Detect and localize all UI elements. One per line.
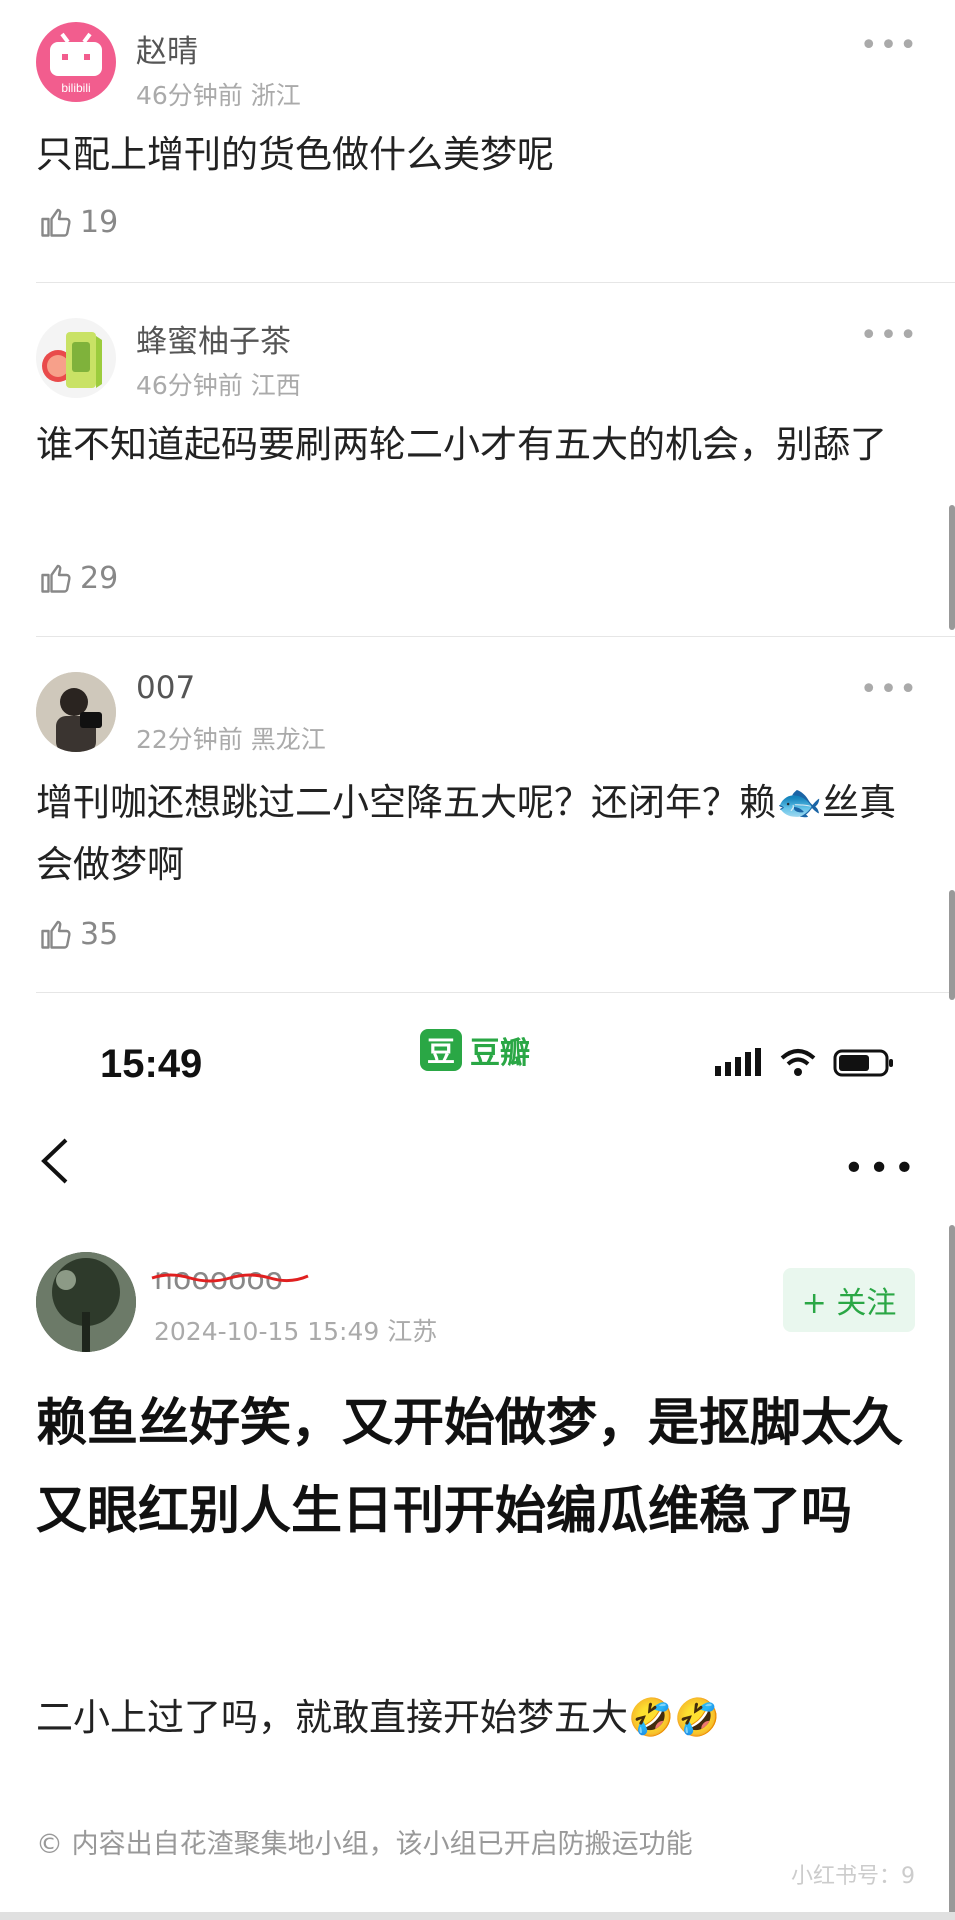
like-button[interactable]: 29 xyxy=(38,560,118,596)
svg-text:bilibili: bilibili xyxy=(61,81,90,95)
comment-text: 谁不知道起码要刷两轮二小才有五大的机会，别舔了 xyxy=(36,423,887,466)
comment-username[interactable]: 赵晴 xyxy=(136,26,198,71)
divider xyxy=(36,992,955,993)
more-options-icon[interactable]: ••• xyxy=(860,28,919,63)
comment-location: 浙江 xyxy=(250,81,301,110)
battery-icon xyxy=(833,1049,893,1077)
post-location: 江苏 xyxy=(387,1317,438,1346)
like-count: 19 xyxy=(80,204,119,240)
status-time: 15:49 xyxy=(100,1042,203,1086)
post-date: 2024-10-15 15:49 xyxy=(154,1317,380,1346)
comment-text: 只配上增刊的货色做什么美梦呢 xyxy=(36,133,554,176)
app-name: 豆瓣 xyxy=(470,1036,530,1071)
post-author[interactable]: noooooo xyxy=(151,1262,309,1297)
avatar[interactable] xyxy=(36,672,116,752)
thumbs-up-icon xyxy=(41,564,71,593)
post-body: 二小上过了吗，就敢直接开始梦五大🤣🤣 xyxy=(36,1696,721,1739)
comment-time: 46分钟前 xyxy=(136,81,243,110)
comment-text: 增刊咖还想跳过二小空降五大呢？还闭年？赖🐟丝真会做梦啊 xyxy=(36,781,897,886)
app-logo: 豆 豆瓣 xyxy=(420,1028,530,1072)
comment-username[interactable]: 007 xyxy=(136,670,195,706)
post-meta: 2024-10-15 15:49 江苏 xyxy=(154,1312,437,1348)
tree-photo-icon xyxy=(36,1252,136,1352)
comment-username[interactable]: 蜂蜜柚子茶 xyxy=(136,316,291,361)
status-icons xyxy=(713,1048,895,1078)
comment-location: 江西 xyxy=(250,371,301,400)
person-photo-icon xyxy=(36,672,116,752)
status-bar: 15:49 豆 豆瓣 xyxy=(0,1020,955,1120)
like-count: 35 xyxy=(80,916,119,952)
more-options-icon[interactable]: ••• xyxy=(860,318,919,353)
source-note: © 内容出自花渣聚集地小组，该小组已开启防搬运功能 xyxy=(36,1829,693,1860)
douban-logo-icon: 豆 xyxy=(420,1029,462,1071)
avatar[interactable] xyxy=(36,1252,136,1352)
comment-meta: 46分钟前 江西 xyxy=(136,366,301,402)
scrollbar[interactable] xyxy=(949,1225,955,1920)
comment-location: 黑龙江 xyxy=(250,725,326,754)
comment-meta: 22分钟前 黑龙江 xyxy=(136,720,326,756)
like-button[interactable]: 19 xyxy=(38,204,118,240)
more-options-icon[interactable]: ••• xyxy=(843,1148,919,1189)
home-indicator xyxy=(0,1912,955,1920)
bilibili-icon: bilibili xyxy=(50,32,102,95)
divider xyxy=(36,282,955,283)
wifi-icon xyxy=(780,1049,816,1076)
thumbs-up-icon xyxy=(41,208,71,237)
scrollbar[interactable] xyxy=(949,505,955,630)
like-button[interactable]: 35 xyxy=(38,916,118,952)
follow-button[interactable]: + 关注 xyxy=(783,1268,915,1332)
back-arrow-icon[interactable] xyxy=(36,1136,76,1186)
more-options-icon[interactable]: ••• xyxy=(860,672,919,707)
tea-drink-icon xyxy=(42,332,102,388)
signal-icon xyxy=(715,1048,761,1076)
comment-meta: 46分钟前 浙江 xyxy=(136,76,301,112)
scrollbar[interactable] xyxy=(949,890,955,1000)
avatar[interactable] xyxy=(36,318,116,398)
divider xyxy=(36,636,955,637)
watermark: 小红书号：9 xyxy=(791,1864,915,1889)
comment-time: 22分钟前 xyxy=(136,725,243,754)
post-title: 赖鱼丝好笑，又开始做梦，是抠脚太久又眼红别人生日刊开始编瓜维稳了吗 xyxy=(36,1394,904,1541)
thumbs-up-icon xyxy=(41,920,71,949)
redaction-scribble xyxy=(151,1273,309,1283)
avatar[interactable]: bilibili xyxy=(36,22,116,102)
like-count: 29 xyxy=(80,560,119,596)
comment-time: 46分钟前 xyxy=(136,371,243,400)
